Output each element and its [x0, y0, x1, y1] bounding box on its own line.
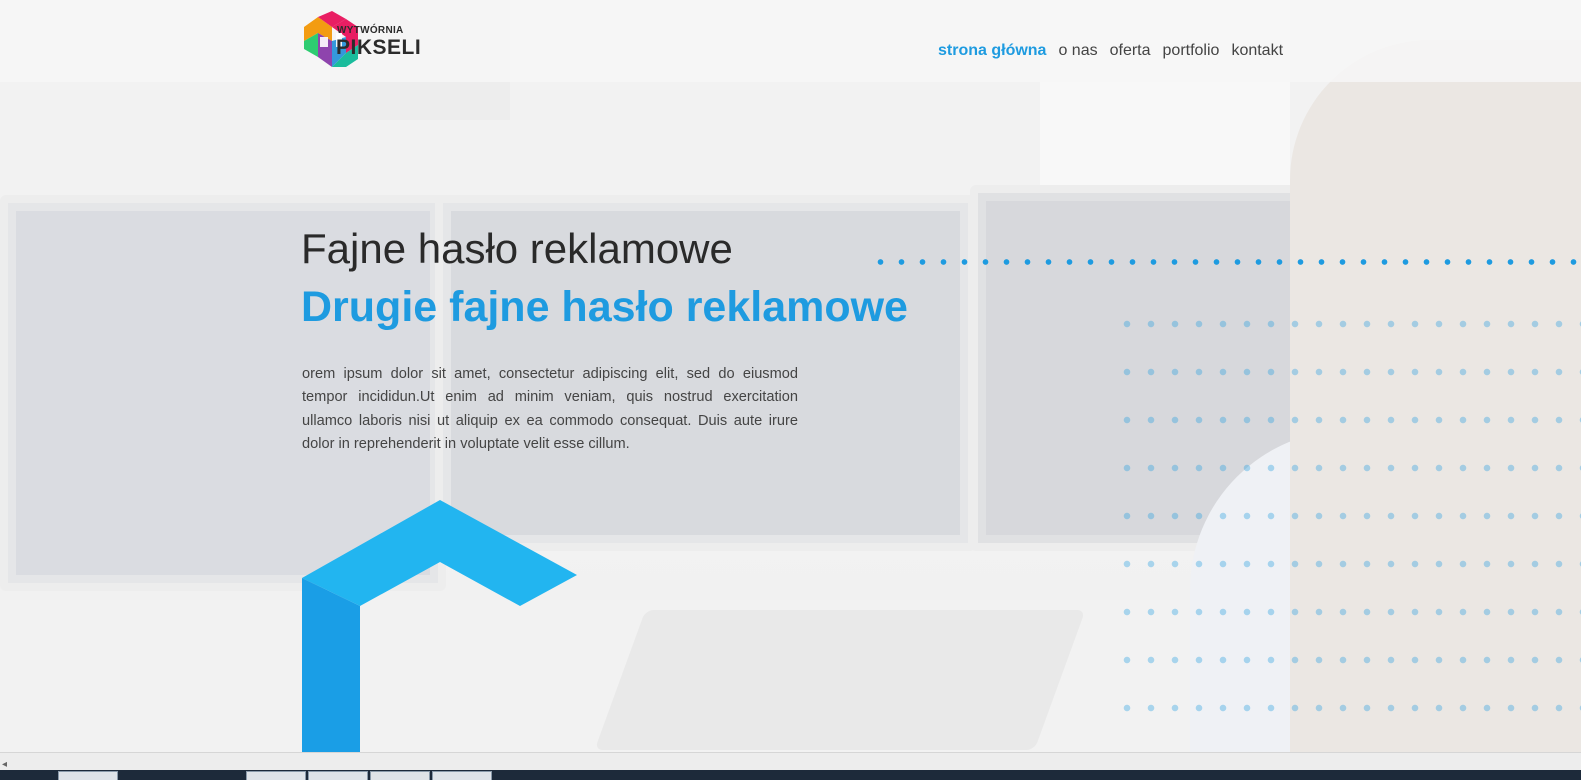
decorative-dotted-line: [870, 259, 1580, 265]
nav-item-about[interactable]: o nas: [1058, 42, 1097, 60]
taskbar-button[interactable]: [308, 771, 368, 780]
page: WYTWÓRNIA PIKSELI strona główna o nas of…: [0, 0, 1581, 780]
decorative-dot-pattern: [1115, 300, 1581, 750]
nav-item-portfolio[interactable]: portfolio: [1163, 42, 1220, 60]
taskbar-button[interactable]: [246, 771, 306, 780]
os-taskbar: [0, 770, 1581, 780]
nav-item-home[interactable]: strona główna: [938, 42, 1046, 60]
taskbar-button[interactable]: [370, 771, 430, 780]
main-navigation: strona główna o nas oferta portfolio kon…: [938, 42, 1283, 60]
scroll-left-arrow-icon[interactable]: ◂: [2, 759, 7, 770]
nav-item-contact[interactable]: kontakt: [1231, 42, 1283, 60]
hero-headline-primary: Fajne hasło reklamowe: [301, 225, 733, 272]
hero-headline-secondary: Drugie fajne hasło reklamowe: [301, 283, 908, 331]
decorative-chevron-shape: [302, 500, 577, 758]
taskbar-button[interactable]: [58, 771, 118, 780]
taskbar-button[interactable]: [432, 771, 492, 780]
nav-item-offer[interactable]: oferta: [1110, 42, 1151, 60]
hero-body-text: orem ipsum dolor sit amet, consectetur a…: [302, 365, 798, 453]
site-header: WYTWÓRNIA PIKSELI strona główna o nas of…: [0, 0, 1581, 82]
logo-text-bottom: PIKSELI: [336, 36, 422, 59]
logo-text-top: WYTWÓRNIA: [337, 25, 404, 36]
